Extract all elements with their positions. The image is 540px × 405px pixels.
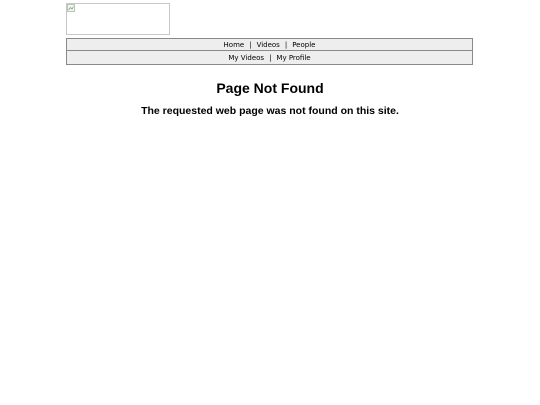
nav-my-profile-link[interactable]: My Profile — [276, 54, 310, 62]
page: Home | Videos | People My Videos | My Pr… — [0, 0, 540, 405]
broken-image-icon — [67, 4, 75, 12]
nav-my-videos-link[interactable]: My Videos — [228, 54, 264, 62]
nav-videos-link[interactable]: Videos — [257, 41, 280, 49]
nav-separator: | — [284, 40, 288, 49]
secondary-nav: My Videos | My Profile — [66, 51, 473, 65]
nav-separator: | — [249, 40, 252, 49]
page-title: Page Not Found — [216, 80, 324, 96]
nav-people-link[interactable]: People — [292, 41, 315, 49]
error-message: The requested web page was not found on … — [141, 105, 399, 117]
primary-nav: Home | Videos | People — [66, 38, 473, 51]
site-logo[interactable] — [66, 3, 170, 35]
nav-separator: | — [269, 53, 272, 62]
nav-home-link[interactable]: Home — [224, 41, 245, 49]
